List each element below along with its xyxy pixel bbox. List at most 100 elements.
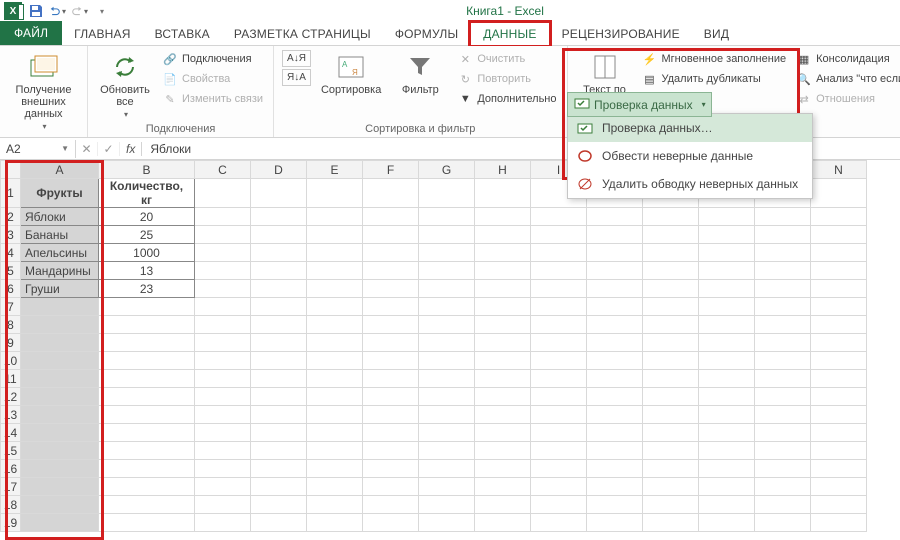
cell-G9[interactable] — [419, 334, 475, 352]
cell-F9[interactable] — [363, 334, 419, 352]
cell-M10[interactable] — [755, 352, 811, 370]
cell-J9[interactable] — [587, 334, 643, 352]
cell-E10[interactable] — [307, 352, 363, 370]
cell-I11[interactable] — [531, 370, 587, 388]
tab-home[interactable]: ГЛАВНАЯ — [62, 23, 142, 45]
row-header-6[interactable]: 6 — [1, 280, 21, 298]
cell-A4[interactable]: Апельсины — [21, 244, 99, 262]
cell-N19[interactable] — [811, 514, 867, 532]
spreadsheet-grid[interactable]: ABCDEFGHIJKLMN1ФруктыКоличество, кг2Ябло… — [0, 160, 900, 532]
cell-M14[interactable] — [755, 424, 811, 442]
cell-J17[interactable] — [587, 478, 643, 496]
cell-H9[interactable] — [475, 334, 531, 352]
cell-N13[interactable] — [811, 406, 867, 424]
cell-N12[interactable] — [811, 388, 867, 406]
cell-E12[interactable] — [307, 388, 363, 406]
col-header-H[interactable]: H — [475, 161, 531, 179]
cell-D17[interactable] — [251, 478, 307, 496]
cell-D16[interactable] — [251, 460, 307, 478]
tab-file[interactable]: ФАЙЛ — [0, 21, 62, 45]
chevron-down-icon[interactable]: ▼ — [61, 144, 69, 153]
cell-E13[interactable] — [307, 406, 363, 424]
cell-C14[interactable] — [195, 424, 251, 442]
cell-C6[interactable] — [195, 280, 251, 298]
cell-I19[interactable] — [531, 514, 587, 532]
cell-N4[interactable] — [811, 244, 867, 262]
cell-M12[interactable] — [755, 388, 811, 406]
cell-E16[interactable] — [307, 460, 363, 478]
col-header-F[interactable]: F — [363, 161, 419, 179]
cell-F14[interactable] — [363, 424, 419, 442]
cell-F12[interactable] — [363, 388, 419, 406]
cell-B3[interactable]: 25 — [99, 226, 195, 244]
cell-G15[interactable] — [419, 442, 475, 460]
cell-I14[interactable] — [531, 424, 587, 442]
cell-F15[interactable] — [363, 442, 419, 460]
cell-A9[interactable] — [21, 334, 99, 352]
cell-A18[interactable] — [21, 496, 99, 514]
cell-H15[interactable] — [475, 442, 531, 460]
cell-J6[interactable] — [587, 280, 643, 298]
dv-menu-check[interactable]: Проверка данных… — [568, 114, 812, 142]
cell-L6[interactable] — [699, 280, 755, 298]
cell-H19[interactable] — [475, 514, 531, 532]
cell-I10[interactable] — [531, 352, 587, 370]
row-header-3[interactable]: 3 — [1, 226, 21, 244]
cell-C3[interactable] — [195, 226, 251, 244]
cell-H5[interactable] — [475, 262, 531, 280]
cell-E18[interactable] — [307, 496, 363, 514]
cell-G19[interactable] — [419, 514, 475, 532]
cell-J16[interactable] — [587, 460, 643, 478]
cell-B19[interactable] — [99, 514, 195, 532]
cell-M15[interactable] — [755, 442, 811, 460]
cell-F19[interactable] — [363, 514, 419, 532]
cell-C5[interactable] — [195, 262, 251, 280]
dv-menu-circle[interactable]: Обвести неверные данные — [568, 142, 812, 170]
cell-L13[interactable] — [699, 406, 755, 424]
cell-L16[interactable] — [699, 460, 755, 478]
cell-D5[interactable] — [251, 262, 307, 280]
cell-M3[interactable] — [755, 226, 811, 244]
cell-A11[interactable] — [21, 370, 99, 388]
cell-I6[interactable] — [531, 280, 587, 298]
cell-I16[interactable] — [531, 460, 587, 478]
cell-K14[interactable] — [643, 424, 699, 442]
cell-B11[interactable] — [99, 370, 195, 388]
cell-C8[interactable] — [195, 316, 251, 334]
cell-K7[interactable] — [643, 298, 699, 316]
cell-F5[interactable] — [363, 262, 419, 280]
cell-I2[interactable] — [531, 208, 587, 226]
tab-formulas[interactable]: ФОРМУЛЫ — [383, 23, 470, 45]
flash-fill-button[interactable]: ⚡Мгновенное заполнение — [640, 50, 789, 68]
cell-I18[interactable] — [531, 496, 587, 514]
cell-D4[interactable] — [251, 244, 307, 262]
col-header-D[interactable]: D — [251, 161, 307, 179]
cell-H10[interactable] — [475, 352, 531, 370]
row-header-12[interactable]: 12 — [1, 388, 21, 406]
cell-J18[interactable] — [587, 496, 643, 514]
cell-M2[interactable] — [755, 208, 811, 226]
tab-insert[interactable]: ВСТАВКА — [143, 23, 222, 45]
cell-K4[interactable] — [643, 244, 699, 262]
row-header-7[interactable]: 7 — [1, 298, 21, 316]
cell-N6[interactable] — [811, 280, 867, 298]
cell-G6[interactable] — [419, 280, 475, 298]
cell-C12[interactable] — [195, 388, 251, 406]
tab-data[interactable]: ДАННЫЕ — [470, 22, 549, 46]
cell-J19[interactable] — [587, 514, 643, 532]
undo-icon[interactable] — [50, 3, 66, 19]
cell-F18[interactable] — [363, 496, 419, 514]
cell-A5[interactable]: Мандарины — [21, 262, 99, 280]
cell-H16[interactable] — [475, 460, 531, 478]
cell-N17[interactable] — [811, 478, 867, 496]
cell-E8[interactable] — [307, 316, 363, 334]
cell-N7[interactable] — [811, 298, 867, 316]
cell-C18[interactable] — [195, 496, 251, 514]
cell-K2[interactable] — [643, 208, 699, 226]
cell-H4[interactable] — [475, 244, 531, 262]
cell-K17[interactable] — [643, 478, 699, 496]
cell-D15[interactable] — [251, 442, 307, 460]
save-icon[interactable] — [28, 3, 44, 19]
cell-E4[interactable] — [307, 244, 363, 262]
cell-B10[interactable] — [99, 352, 195, 370]
